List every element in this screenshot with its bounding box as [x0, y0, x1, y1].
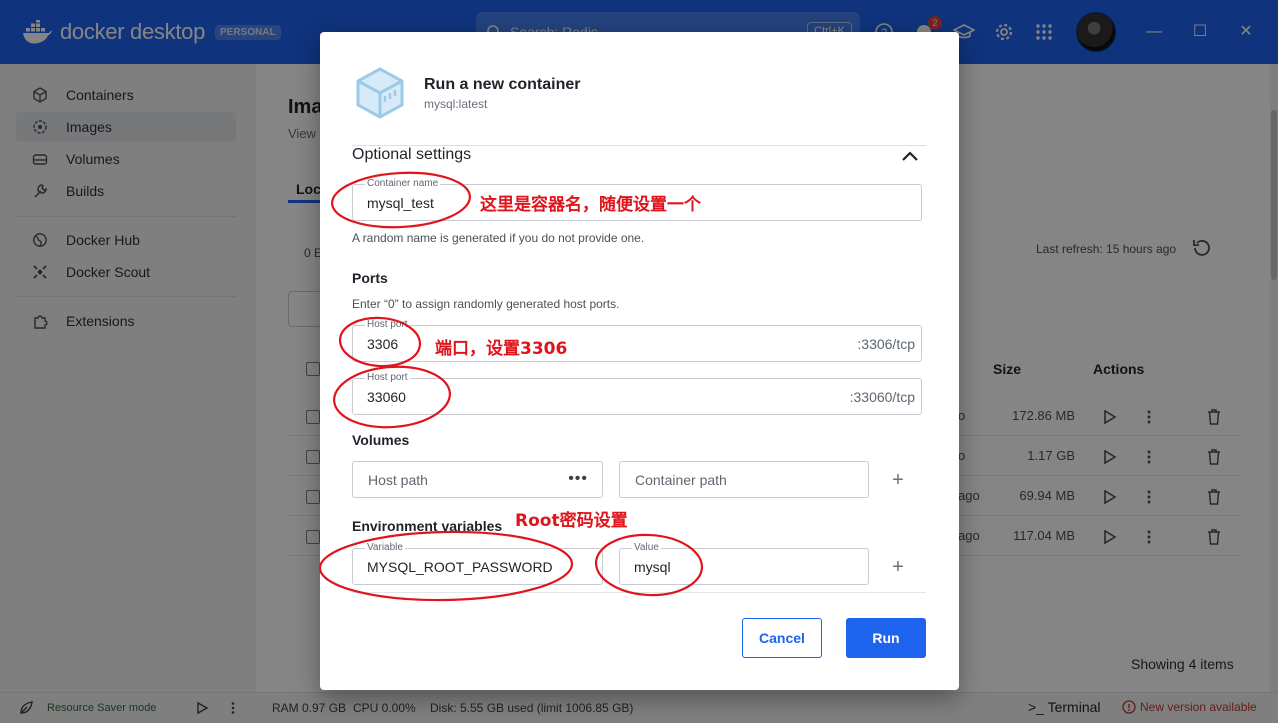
- field-value: mysql_test: [367, 195, 434, 211]
- field-placeholder: Host path: [368, 472, 428, 488]
- annotation-container-name: 这里是容器名，随便设置一个: [480, 195, 701, 215]
- field-value: 33060: [367, 389, 406, 405]
- annotation-root-password: Root密码设置: [515, 511, 628, 531]
- dialog-image-name: mysql:latest: [424, 97, 488, 111]
- run-container-dialog: Run a new container mysql:latest Optiona…: [320, 32, 959, 690]
- container-port: :3306/tcp: [857, 336, 915, 352]
- field-value: mysql: [634, 559, 671, 575]
- container-cube-icon: [356, 67, 404, 119]
- env-heading: Environment variables: [352, 518, 503, 534]
- field-value: 3306: [367, 336, 399, 352]
- field-value: MYSQL_ROOT_PASSWORD: [367, 559, 553, 575]
- field-label: Host port: [365, 372, 410, 383]
- ports-helper: Enter “0” to assign randomly generated h…: [352, 297, 620, 311]
- volumes-heading: Volumes: [352, 432, 410, 448]
- env-value-field[interactable]: Value mysql: [619, 542, 869, 585]
- chevron-up-icon[interactable]: [898, 146, 922, 166]
- field-label: Host port: [365, 319, 410, 330]
- add-volume-plus-icon[interactable]: +: [888, 470, 908, 490]
- field-label: Variable: [365, 542, 405, 553]
- browse-dots-icon[interactable]: •••: [568, 470, 588, 488]
- container-path-field[interactable]: Container path: [619, 461, 869, 498]
- field-label: Value: [632, 542, 661, 553]
- run-button[interactable]: Run: [846, 618, 926, 658]
- dialog-title: Run a new container: [424, 76, 581, 93]
- divider: [352, 592, 926, 593]
- env-variable-field[interactable]: Variable MYSQL_ROOT_PASSWORD: [352, 542, 603, 585]
- host-port-field[interactable]: Host port 33060 :33060/tcp: [352, 372, 922, 415]
- annotation-port: 端口，设置3306: [435, 339, 568, 359]
- ports-heading: Ports: [352, 270, 388, 286]
- cancel-button[interactable]: Cancel: [742, 618, 822, 658]
- add-env-plus-icon[interactable]: +: [888, 557, 908, 577]
- host-path-field[interactable]: Host path •••: [352, 461, 603, 498]
- container-name-helper: A random name is generated if you do not…: [352, 231, 645, 245]
- optional-settings-header[interactable]: Optional settings: [352, 146, 471, 164]
- field-label: Container name: [365, 178, 441, 189]
- field-placeholder: Container path: [635, 472, 727, 488]
- container-port: :33060/tcp: [849, 389, 915, 405]
